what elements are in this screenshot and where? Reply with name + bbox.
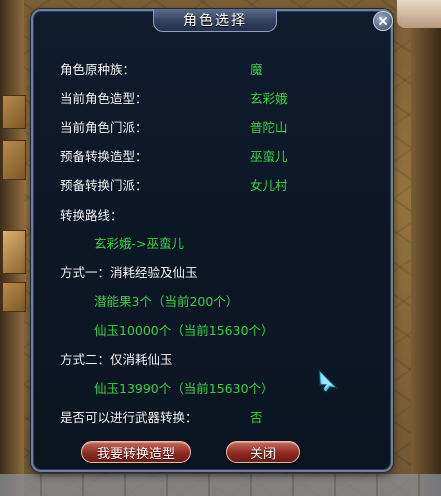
scenery-crate [2,95,26,129]
field-target-sect: 预备转换门派： 女儿村 [60,175,288,193]
pointer-cursor-icon [317,368,339,398]
field-value: 巫蛮儿 [250,148,288,164]
method-one-item: 潜能果3个（当前200个） [94,293,239,309]
dialog-content: 角色原种族： 魔 当前角色造型： 玄彩娥 当前角色门派： 普陀山 预备转换造型：… [33,11,391,470]
field-label: 当前角色门派： [60,119,148,135]
field-current-sect: 当前角色门派： 普陀山 [60,117,288,135]
method-one-label: 方式一：消耗经验及仙玉 [60,264,198,280]
field-original-race: 角色原种族： 魔 [60,59,263,77]
route-value: 玄彩娥->巫蛮儿 [94,235,184,251]
field-value: 否 [250,409,263,425]
scenery-crate [2,282,26,312]
field-label: 是否可以进行武器转换： [60,409,198,425]
field-label: 预备转换门派： [60,177,148,193]
method-two-label: 方式二：仅消耗仙玉 [60,351,173,367]
field-label: 预备转换造型： [60,148,148,164]
field-target-model: 预备转换造型： 巫蛮儿 [60,146,288,164]
field-label: 角色原种族： [60,61,136,77]
method-one-heading: 方式一：消耗经验及仙玉 [60,262,198,280]
transform-model-button[interactable]: 我要转换造型 [81,441,191,463]
weapon-transform-row: 是否可以进行武器转换： 否 [60,407,263,425]
method-two-item: 仙玉13990个（当前15630个） [94,380,274,396]
floor-tiles [0,474,441,496]
field-current-model: 当前角色造型： 玄彩娥 [60,88,288,106]
transform-button-label: 我要转换造型 [96,446,175,462]
scenery-crate [2,140,26,180]
character-select-dialog: 角色选择 角色原种族： 魔 当前角色造型： 玄彩娥 当前角色门派： 普陀山 预备… [31,9,393,472]
close-dialog-button[interactable]: 关闭 [226,441,300,463]
method-one-item: 仙玉10000个（当前15630个） [94,322,274,338]
field-value: 女儿村 [250,177,288,193]
method-two-heading: 方式二：仅消耗仙玉 [60,349,173,367]
route-heading: 转换路线： [60,205,123,223]
field-value: 魔 [250,61,263,77]
field-value: 普陀山 [250,119,288,135]
route-label: 转换路线： [60,207,123,223]
character-portrait [397,0,441,28]
close-button-label: 关闭 [249,446,276,462]
scenery-crate [2,230,26,274]
right-scenery [411,0,441,496]
field-value: 玄彩娥 [250,90,288,106]
field-label: 当前角色造型： [60,90,148,106]
